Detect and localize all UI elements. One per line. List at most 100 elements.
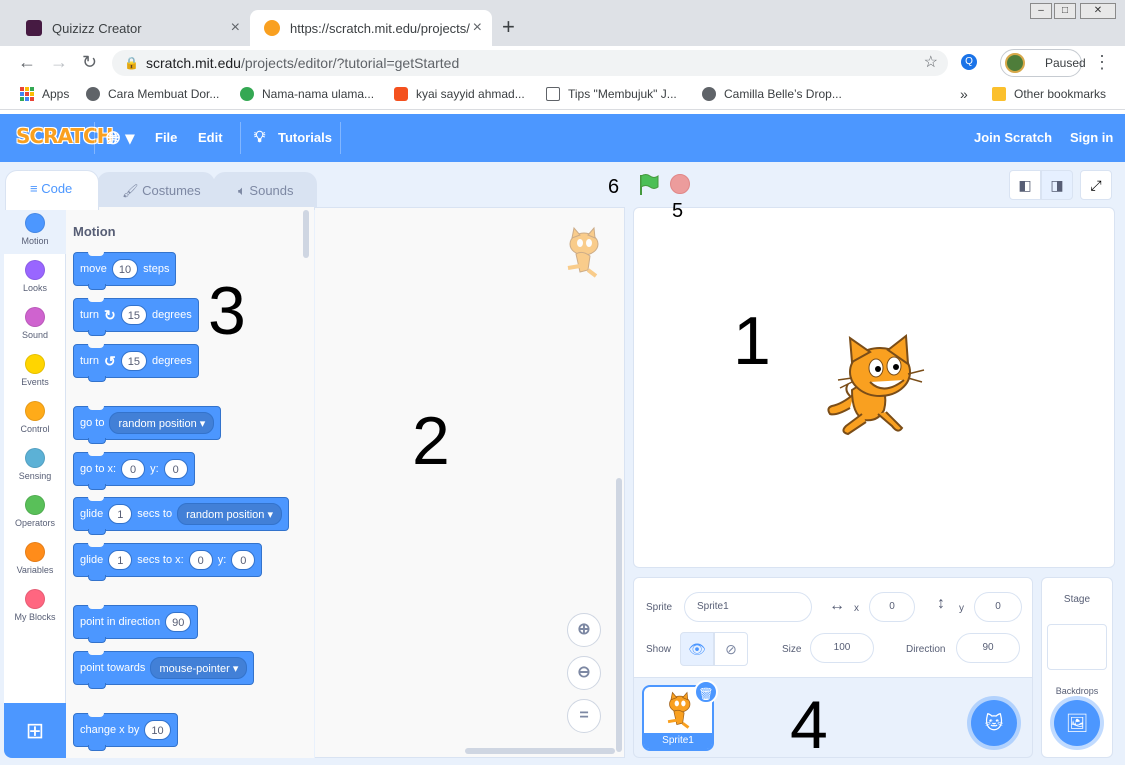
sprite-size-input[interactable]: 100 [810,633,874,663]
category-my-blocks[interactable]: My Blocks [4,583,66,630]
block-move-steps[interactable]: move 10 steps [73,252,177,290]
browser-tab-scratch[interactable]: https://scratch.mit.edu/projects/ × [250,10,492,46]
x-input[interactable]: 0 [188,550,213,570]
block-glide-to[interactable]: glide 1 secs to random position ▾ [73,497,289,535]
block-go-to-xy[interactable]: go to x: 0 y: 0 [73,452,195,490]
glide-target-dropdown[interactable]: random position ▾ [177,503,282,525]
category-motion[interactable]: Motion [4,207,66,254]
block-change-x[interactable]: change x by 10 [73,713,178,751]
tab-sounds[interactable]: 🔈︎ Sounds [213,172,317,210]
tutorials-menu[interactable]: Tutorials [278,114,332,162]
back-icon[interactable]: ← [18,52,36,73]
degrees-input[interactable]: 15 [120,351,147,371]
url-bar[interactable]: 🔒 scratch.mit.edu/projects/editor/?tutor… [112,50,948,76]
block-point-towards[interactable]: point towards mouse-pointer ▾ [73,651,255,689]
forward-icon[interactable]: → [50,52,68,73]
zoom-out-icon[interactable]: ⊖ [567,656,601,690]
category-sound[interactable]: Sound [4,301,66,348]
category-operators[interactable]: Operators [4,489,66,536]
fullscreen-icon[interactable]: ⤢ [1080,170,1112,200]
close-tab-icon[interactable]: × [473,19,482,37]
extension-icon[interactable]: Q [961,54,977,70]
block-turn-left[interactable]: turn ↺ 15 degrees [73,344,199,382]
direction-input[interactable]: 90 [165,612,192,632]
bookmark-item[interactable]: kyai sayyid ahmad... [394,87,525,101]
sprite-name-input[interactable]: Sprite1 [684,592,812,622]
stop-icon[interactable] [670,174,690,194]
x-input[interactable]: 0 [121,459,146,479]
scripts-vertical-scrollbar[interactable] [616,478,622,752]
profile-button[interactable]: Paused [1000,49,1086,77]
degrees-input[interactable]: 15 [120,305,147,325]
maximize-icon[interactable]: □ [1054,3,1076,19]
block-go-to[interactable]: go to random position ▾ [73,406,222,444]
delete-sprite-icon[interactable]: 🗑︎ [694,680,718,704]
small-stage-icon[interactable]: ◧ [1009,170,1041,200]
bookmarks-overflow-icon[interactable]: » [960,86,968,102]
join-scratch-link[interactable]: Join Scratch [974,114,1052,162]
sprite-direction-input[interactable]: 90 [956,633,1020,663]
minimize-icon[interactable]: – [1030,3,1052,19]
y-input[interactable]: 0 [231,550,256,570]
browser-tab-quizizz[interactable]: Quizizz Creator × [12,10,250,46]
sprite-y-input[interactable]: 0 [974,592,1022,622]
cat-sprite-on-stage[interactable] [822,334,926,440]
secs-input[interactable]: 1 [108,504,133,524]
more-menu-icon[interactable]: ⋮ [1093,52,1111,73]
sign-in-link[interactable]: Sign in [1070,114,1113,162]
secs-input[interactable]: 1 [108,550,133,570]
towards-dropdown[interactable]: mouse-pointer ▾ [150,657,248,679]
change-x-input[interactable]: 10 [144,720,171,740]
palette-scrollbar[interactable] [303,210,309,258]
sprite-info-panel: Sprite Sprite1 ↔ x 0 ↕ y 0 Show 👁︎ ⊘ Siz… [634,578,1032,678]
category-color-dot [25,542,45,562]
category-sensing[interactable]: Sensing [4,442,66,489]
other-bookmarks[interactable]: Other bookmarks [992,87,1106,101]
category-label: My Blocks [14,612,56,622]
edit-menu[interactable]: Edit [198,114,223,162]
show-visible-eye-icon[interactable]: 👁︎ [680,632,714,666]
category-events[interactable]: Events [4,348,66,395]
window-close-icon[interactable]: ✕ [1080,3,1116,19]
bookmark-item[interactable]: Nama-nama ulama... [240,87,374,101]
steps-input[interactable]: 10 [111,259,139,279]
tab-costumes[interactable]: 🖌︎ Costumes [97,172,215,210]
close-tab-icon[interactable]: × [231,19,240,37]
tab-code[interactable]: ≡ Code [5,170,99,210]
language-globe-icon[interactable]: 🌐︎ ▾ [106,114,134,162]
zoom-in-icon[interactable]: ⊕ [567,613,601,647]
choose-sprite-button[interactable]: 🐱︎ [971,700,1017,746]
bookmark-item[interactable]: Tips "Membujuk" J... [546,87,677,101]
tab-title: https://scratch.mit.edu/projects/ [290,20,470,36]
apps-grid-icon [20,87,34,101]
show-hidden-eye-icon[interactable]: ⊘ [714,632,748,666]
bookmark-apps[interactable]: Apps [20,87,69,101]
category-control[interactable]: Control [4,395,66,442]
zoom-reset-icon[interactable]: = [567,699,601,733]
add-extension-button[interactable]: ⊞ [4,703,66,758]
reload-icon[interactable]: ↻ [82,52,97,73]
block-point-direction[interactable]: point in direction 90 [73,605,199,643]
bookmark-star-icon[interactable]: ☆ [924,50,938,76]
choose-backdrop-button[interactable]: 🖼︎ [1054,700,1100,746]
green-flag-icon[interactable] [638,173,660,197]
globe-icon [702,87,716,101]
scripts-horizontal-scrollbar[interactable] [465,748,615,754]
block-turn-right[interactable]: turn ↻ 15 degrees [73,298,199,336]
bookmark-item[interactable]: Cara Membuat Dor... [86,87,219,101]
show-label: Show [646,644,672,655]
bookmark-item[interactable]: Camilla Belle’s Drop... [702,87,842,101]
normal-stage-icon[interactable]: ◨ [1041,170,1073,200]
rotate-ccw-icon: ↺ [103,352,116,369]
file-menu[interactable]: File [155,114,177,162]
y-input[interactable]: 0 [163,459,188,479]
category-variables[interactable]: Variables [4,536,66,583]
new-tab-icon[interactable]: + [502,14,515,40]
category-looks[interactable]: Looks [4,254,66,301]
category-color-dot [25,354,45,374]
category-label: Sound [21,330,49,340]
sprite-x-input[interactable]: 0 [869,592,915,622]
scratch-logo[interactable]: SCRATCH [16,124,113,148]
goto-target-dropdown[interactable]: random position ▾ [109,412,215,434]
block-glide-xy[interactable]: glide 1 secs to x: 0 y: 0 [73,543,263,581]
